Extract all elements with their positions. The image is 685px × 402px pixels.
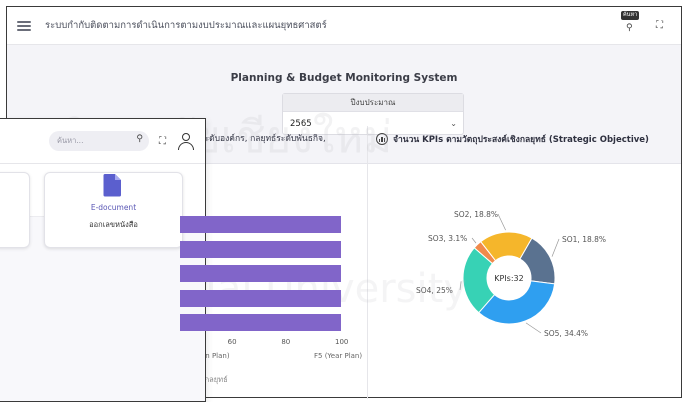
bar-5: [180, 314, 341, 331]
fullscreen-icon[interactable]: ⛶: [159, 136, 166, 147]
donut-center-label: KPIs:32: [494, 274, 523, 283]
home-window: ค้นหา... ⚲ ⛶: [0, 118, 206, 402]
x-sub-label-2: F5 (Year Plan): [314, 352, 363, 360]
e-document-subtitle: ออกเลขหนังสือ: [89, 220, 138, 229]
leader-so5: [525, 322, 542, 334]
bar-chart-icon: [376, 133, 388, 145]
fiscal-year-label: ปีงบประมาณ: [283, 94, 463, 112]
menu-icon[interactable]: [17, 20, 31, 31]
home-top-bar: ค้นหา... ⚲ ⛶: [0, 119, 205, 164]
e-document-card[interactable]: E-document ออกเลขหนังสือ: [44, 172, 183, 248]
top-bar: ระบบกำกับติดตามการดำเนินการตามงบประมาณแล…: [7, 7, 681, 45]
top-tools: ค้นหา ⚲ ⛶: [621, 10, 663, 35]
right-chart-title: จำนวน KPIs ตามวัตถุประสงค์เชิงกลยุทธ์ (S…: [376, 132, 649, 146]
fiscal-year-filter: ปีงบประมาณ 2565 ⌄: [282, 93, 464, 135]
leader-so4: [459, 281, 462, 291]
bar-3: [180, 265, 341, 282]
search-placeholder: ค้นหา...: [57, 136, 84, 145]
document-icon: [103, 174, 121, 197]
leader-so1: [551, 238, 560, 257]
fiscal-year-value: 2565: [290, 119, 312, 129]
label-so5: SO5, 34.4%: [544, 329, 588, 338]
label-so4: SO4, 25%: [416, 286, 453, 295]
search-tooltip: ค้นหา: [621, 10, 640, 20]
slice-so5[interactable]: [478, 280, 556, 325]
panel-divider: [367, 126, 368, 399]
home-top-tools: ⛶: [159, 133, 194, 150]
menu-card-partial[interactable]: [0, 172, 30, 248]
search-input[interactable]: ค้นหา... ⚲: [49, 131, 149, 151]
leader-so2: [497, 213, 506, 231]
kpi-donut-chart: SO1, 18.8% SO5, 34.4% SO4, 25% SO3, 3.1% SO2…: [416, 210, 606, 338]
label-so2: SO2, 18.8%: [454, 210, 498, 219]
bar-2: [180, 241, 341, 258]
e-document-title: E-document: [90, 203, 137, 212]
x-tick-80: 80: [281, 338, 291, 346]
x-tick-100: 100: [335, 338, 349, 346]
right-chart-title-text: จำนวน KPIs ตามวัตถุประสงค์เชิงกลยุทธ์ (S…: [393, 135, 649, 145]
user-icon[interactable]: [178, 133, 194, 150]
x-tick-60: 60: [227, 338, 237, 346]
left-chart-title: ระดับองค์กร, กลยุทธ์ระดับพันธกิจ,: [200, 134, 326, 144]
search-icon[interactable]: ⚲: [136, 134, 143, 144]
page-title: Planning & Budget Monitoring System: [230, 72, 458, 84]
search-button[interactable]: ค้นหา ⚲: [621, 10, 642, 35]
label-so1: SO1, 18.8%: [562, 235, 606, 244]
bar-4: [180, 290, 341, 307]
leader-so3: [471, 237, 477, 244]
app-title: ระบบกำกับติดตามการดำเนินการตามงบประมาณแล…: [45, 20, 327, 31]
fullscreen-icon[interactable]: ⛶: [656, 20, 663, 31]
bar-1: [180, 216, 341, 233]
label-so3: SO3, 3.1%: [428, 234, 467, 243]
search-icon: ⚲: [626, 22, 633, 33]
